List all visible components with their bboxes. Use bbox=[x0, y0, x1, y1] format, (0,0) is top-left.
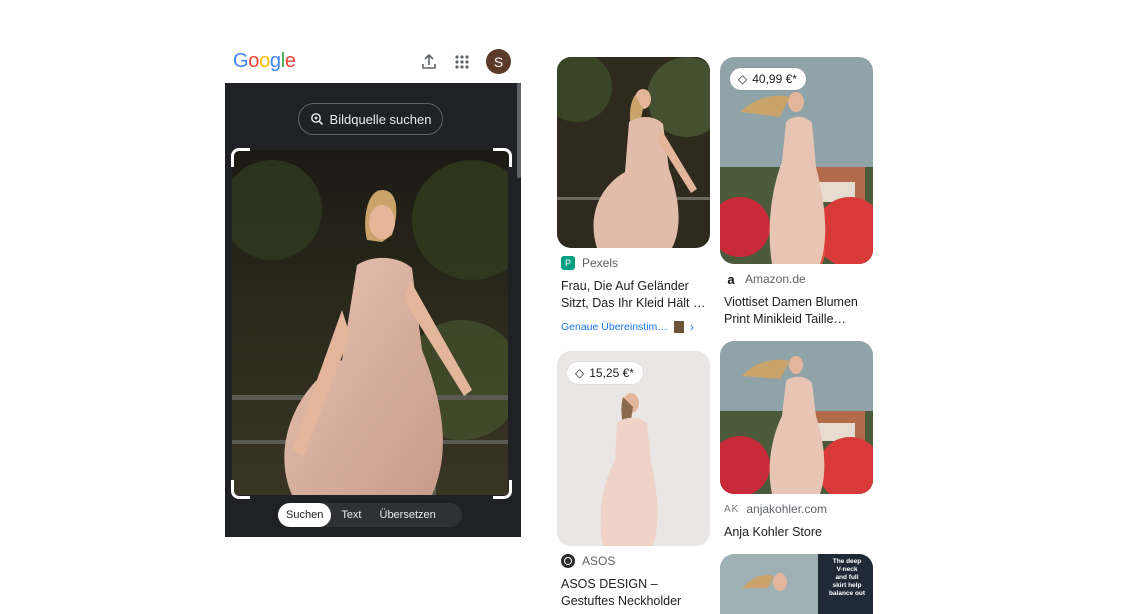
title-line: Viottiset Damen Blumen bbox=[724, 295, 858, 309]
title-line: Sitzt, Das Ihr Kleid Hält … bbox=[561, 296, 706, 310]
amazon-logo-icon: a bbox=[727, 271, 735, 287]
lens-mode-switcher: Suchen Text Übersetzen bbox=[278, 503, 462, 527]
source-label: anjakohler.com bbox=[746, 502, 828, 516]
result-source-pexels[interactable]: P Pexels bbox=[561, 256, 618, 270]
anjakohler-logo-icon: AK bbox=[724, 503, 740, 515]
overlay-line: skirt help bbox=[832, 582, 862, 589]
find-image-source-label: Bildquelle suchen bbox=[329, 111, 432, 127]
source-label: Amazon.de bbox=[745, 272, 806, 286]
google-logo[interactable]: Google bbox=[233, 50, 296, 73]
price-tag-icon: ◇ bbox=[575, 366, 585, 380]
price-label: 40,99 €* bbox=[752, 72, 797, 86]
exact-match-label: Genaue Übereinstim… bbox=[561, 321, 668, 333]
result-title-anjakohler[interactable]: Anja Kohler Store bbox=[724, 524, 874, 541]
lens-search-icon bbox=[310, 113, 323, 126]
find-image-source-button[interactable]: Bildquelle suchen bbox=[298, 103, 443, 135]
avatar-initial: S bbox=[493, 53, 504, 70]
title-line: Anja Kohler Store bbox=[724, 525, 822, 539]
result-source-asos[interactable]: ASOS bbox=[561, 554, 615, 568]
match-thumbnail bbox=[673, 321, 684, 333]
overlay-text: The deep V-neck and full skirt help bala… bbox=[824, 558, 870, 598]
search-image[interactable] bbox=[232, 150, 508, 495]
result-title-asos[interactable]: ASOS DESIGN – Gestuftes Neckholder bbox=[561, 576, 711, 610]
result-title-amazon[interactable]: Viottiset Damen Blumen Print Minikleid T… bbox=[724, 294, 874, 328]
result-source-anjakohler[interactable]: AK anjakohler.com bbox=[724, 502, 827, 516]
overlay-line: and full bbox=[835, 574, 859, 581]
panel-scrollbar[interactable] bbox=[517, 83, 521, 178]
mode-text[interactable]: Text bbox=[333, 503, 369, 527]
asos-logo-icon bbox=[561, 554, 575, 568]
upload-icon[interactable] bbox=[417, 50, 441, 74]
title-line: ASOS DESIGN – bbox=[561, 577, 658, 591]
title-line: Frau, Die Auf Geländer bbox=[561, 279, 689, 293]
apps-grid-icon[interactable] bbox=[450, 50, 474, 74]
chevron-right-icon: › bbox=[689, 320, 694, 334]
price-label: 15,25 €* bbox=[589, 366, 634, 380]
pexels-logo-icon: P bbox=[561, 256, 575, 270]
source-label: Pexels bbox=[582, 256, 619, 270]
result-title-pexels[interactable]: Frau, Die Auf Geländer Sitzt, Das Ihr Kl… bbox=[561, 278, 711, 312]
mode-translate[interactable]: Übersetzen bbox=[372, 503, 444, 527]
result-image-pexels[interactable] bbox=[557, 57, 710, 248]
source-label: ASOS bbox=[582, 554, 616, 568]
title-line: Print Minikleid Taille… bbox=[724, 312, 847, 326]
result-source-amazon[interactable]: a Amazon.de bbox=[724, 271, 806, 287]
result-image-anjakohler[interactable] bbox=[720, 341, 873, 494]
price-tag-icon: ◇ bbox=[738, 72, 748, 86]
crop-corner-top-right[interactable] bbox=[493, 148, 512, 167]
price-badge: ◇ 40,99 €* bbox=[730, 68, 806, 90]
crop-corner-top-left[interactable] bbox=[231, 148, 250, 167]
title-line: Gestuftes Neckholder bbox=[561, 594, 682, 608]
mode-search[interactable]: Suchen bbox=[278, 503, 332, 527]
overlay-line: V-neck bbox=[836, 566, 858, 573]
overlay-line: balance out bbox=[828, 590, 866, 597]
crop-corner-bottom-left[interactable] bbox=[231, 480, 250, 499]
crop-corner-bottom-right[interactable] bbox=[493, 480, 512, 499]
exact-match-link[interactable]: Genaue Übereinstim… › bbox=[561, 320, 694, 334]
account-avatar[interactable]: S bbox=[486, 49, 511, 74]
price-badge: ◇ 15,25 €* bbox=[567, 362, 643, 384]
overlay-line: The deep bbox=[832, 558, 862, 565]
